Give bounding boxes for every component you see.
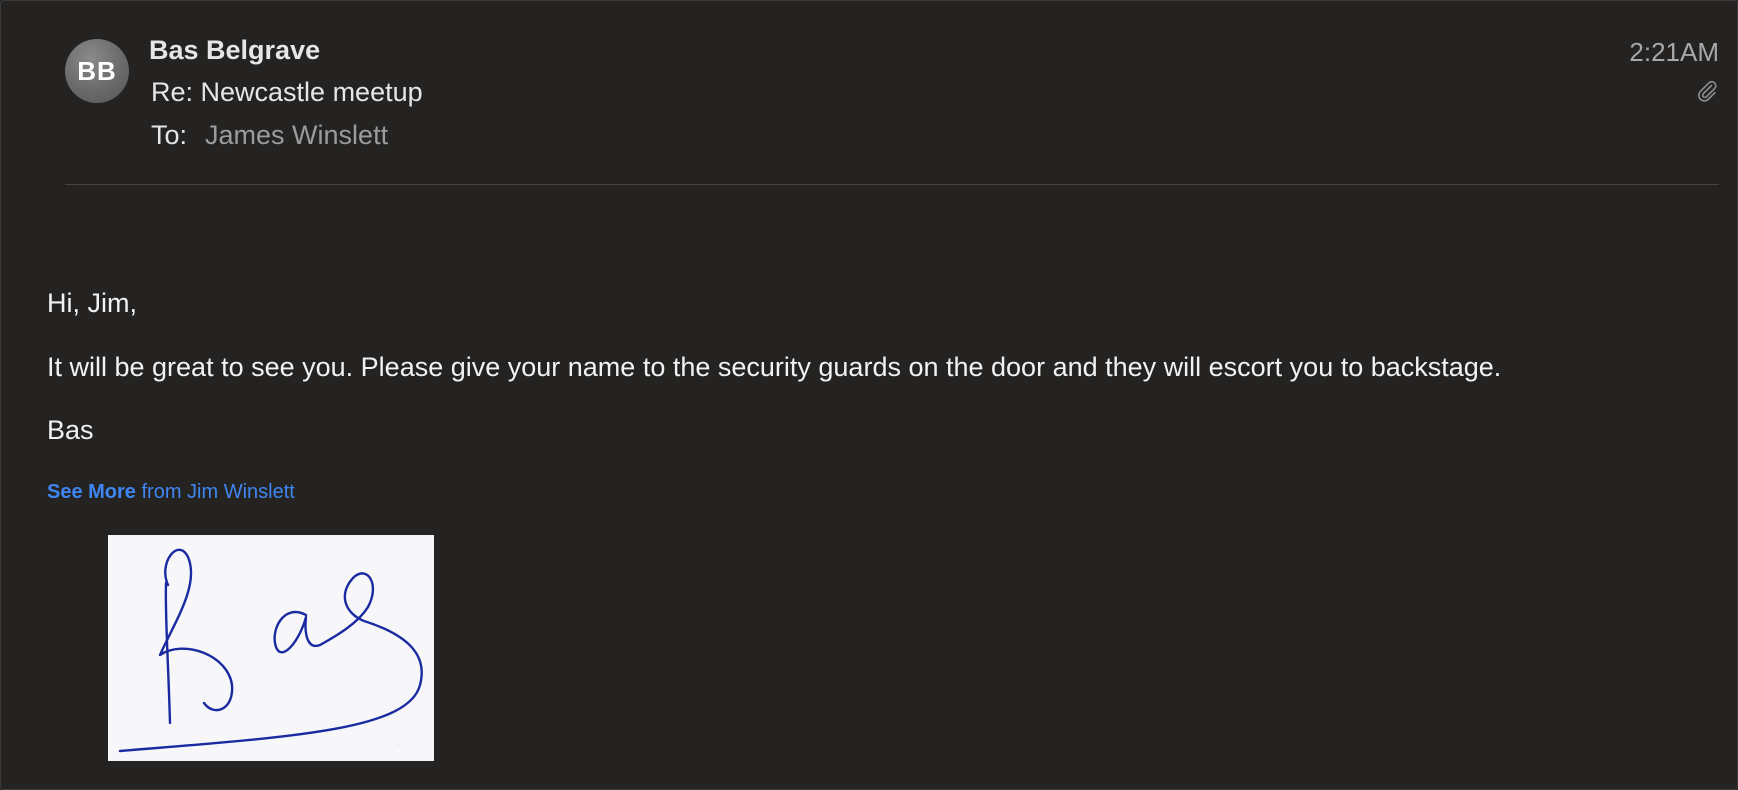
see-more-rest: from Jim Winslett xyxy=(135,481,295,503)
to-label: To: xyxy=(151,120,188,150)
sender-name[interactable]: Bas Belgrave xyxy=(149,35,320,66)
recipient-row: To: James Winslett xyxy=(151,120,388,151)
body-greeting: Hi, Jim, xyxy=(47,288,137,318)
see-more-bold: See More xyxy=(47,481,136,503)
message-subject: Re: Newcastle meetup xyxy=(151,77,423,107)
see-more-link[interactable]: See More from Jim Winslett xyxy=(47,481,295,504)
message-viewer: BB Bas Belgrave Re: Newcastle meetup To:… xyxy=(0,0,1738,790)
sender-avatar: BB xyxy=(65,39,129,103)
avatar-initials: BB xyxy=(77,55,117,86)
body-paragraph: It will be great to see you. Please give… xyxy=(47,352,1502,382)
message-time: 2:21AM xyxy=(1629,37,1719,67)
signature-image xyxy=(108,535,434,761)
header-divider xyxy=(65,184,1719,185)
body-signoff: Bas xyxy=(47,415,94,445)
recipient-name[interactable]: James Winslett xyxy=(205,120,388,151)
paperclip-icon[interactable] xyxy=(1695,79,1719,103)
